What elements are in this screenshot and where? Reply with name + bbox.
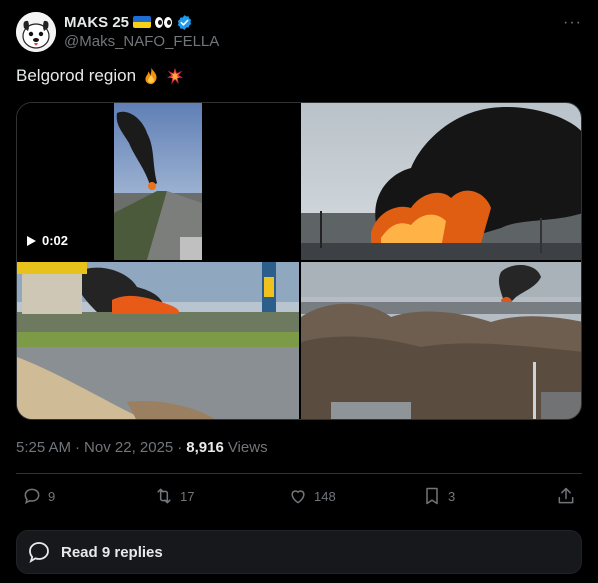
author-handle[interactable]: @Maks_NAFO_FELLA: [64, 33, 219, 50]
meta-separator-2: ·: [177, 439, 183, 456]
eyes-emoji-icon: [155, 16, 173, 28]
repost-count: 17: [180, 488, 195, 504]
bookmark-count: 3: [448, 488, 456, 504]
reply-icon: [24, 488, 40, 505]
video-thumbnail[interactable]: 0:02: [17, 103, 299, 260]
heart-icon: [291, 490, 305, 504]
reply-button[interactable]: 9: [22, 486, 55, 506]
bookmark-button[interactable]: 3: [422, 486, 455, 506]
read-replies-label: Read 9 replies: [61, 543, 163, 561]
avatar[interactable]: [16, 12, 56, 52]
distant-smoke-image[interactable]: [301, 262, 581, 419]
verified-badge-icon: [177, 14, 192, 30]
tweet-time[interactable]: 5:25 AM: [16, 439, 71, 456]
action-bar: 9 17 148 3: [16, 486, 582, 510]
more-options-icon[interactable]: ···: [563, 14, 582, 32]
fire-emoji: [145, 67, 157, 85]
read-replies-button[interactable]: Read 9 replies: [16, 530, 582, 574]
repost-button[interactable]: 17: [154, 486, 194, 506]
media-grid[interactable]: 0:02: [16, 102, 582, 420]
author-name-row[interactable]: MAKS 25: [64, 12, 193, 32]
tweet-text: Belgorod region: [16, 66, 184, 86]
tweet-date[interactable]: Nov 22, 2025: [84, 439, 173, 456]
divider: [16, 473, 582, 474]
video-duration-badge: 0:02: [27, 233, 68, 248]
collision-emoji: [166, 67, 184, 85]
views-label: Views: [227, 439, 268, 456]
share-icon: [558, 487, 574, 504]
ukraine-flag-icon: [133, 16, 152, 28]
tweet-meta: 5:25 AM · Nov 22, 2025 · 8,916 Views: [16, 439, 268, 456]
gas-station-fire-image[interactable]: [17, 262, 299, 419]
chat-bubble-icon: [29, 542, 49, 563]
play-icon: [27, 235, 36, 246]
repost-icon: [157, 488, 171, 504]
fire-smoke-image[interactable]: [301, 103, 581, 260]
author-name[interactable]: MAKS 25: [64, 14, 129, 31]
like-count: 148: [314, 488, 336, 504]
reply-count: 9: [48, 488, 56, 504]
bookmark-icon: [426, 487, 438, 505]
share-button[interactable]: [556, 486, 576, 506]
video-duration: 0:02: [42, 233, 69, 248]
tweet-text-content: Belgorod region: [16, 66, 137, 85]
meta-separator: ·: [75, 439, 81, 456]
like-button[interactable]: 148: [288, 486, 336, 506]
views-count: 8,916: [186, 439, 224, 456]
